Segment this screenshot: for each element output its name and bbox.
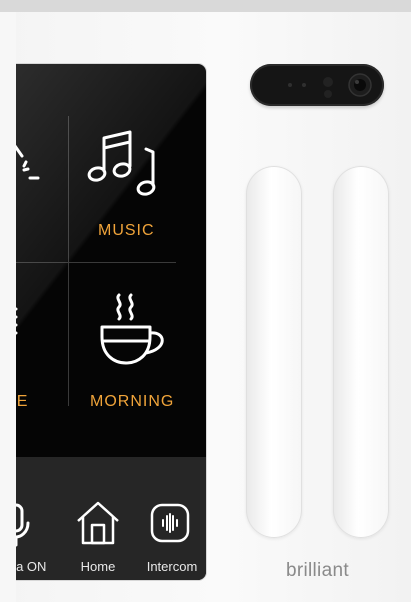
intercom-icon bbox=[150, 503, 190, 543]
music-notes-icon bbox=[87, 130, 156, 196]
brand-logo: brilliant bbox=[286, 560, 349, 581]
wall-gap bbox=[0, 0, 411, 12]
light-slider-right[interactable] bbox=[333, 166, 389, 538]
bottom-dock: xa ON Home Intercom bbox=[10, 457, 206, 580]
home-icon bbox=[77, 501, 119, 545]
camera-bar bbox=[250, 64, 384, 106]
touch-screen: T MUSIC TE bbox=[10, 64, 206, 580]
scene-label: MUSIC bbox=[98, 222, 155, 239]
grid-divider-vertical bbox=[68, 116, 69, 406]
dock-item-home[interactable]: Home bbox=[68, 475, 128, 575]
scene-tile-late[interactable]: TE bbox=[10, 263, 68, 410]
scene-tile-music[interactable]: MUSIC bbox=[70, 64, 206, 262]
panel-edge bbox=[0, 12, 16, 602]
dock-label: Home bbox=[80, 559, 116, 574]
scene-tile-morning[interactable]: MORNING bbox=[70, 263, 206, 410]
scene-tile-light[interactable]: T bbox=[10, 64, 68, 262]
camera-lens-icon bbox=[288, 73, 372, 98]
coffee-cup-icon bbox=[100, 293, 164, 365]
dock-item-intercom[interactable]: Intercom bbox=[138, 475, 206, 575]
scene-label: MORNING bbox=[90, 393, 175, 410]
light-slider-left[interactable] bbox=[246, 166, 302, 538]
dock-item-voice[interactable]: xa ON bbox=[10, 475, 50, 575]
dock-label: Intercom bbox=[146, 559, 198, 574]
